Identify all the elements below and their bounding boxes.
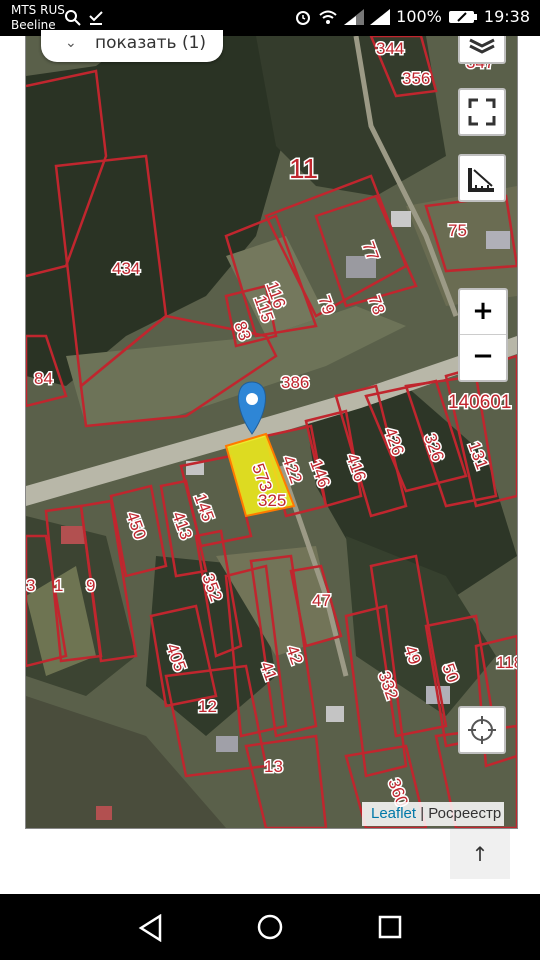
battery-icon [448,10,477,23]
signal-icon-1 [344,8,365,25]
clock: 19:38 [483,7,530,26]
parcel-number-386[interactable]: 386 [280,372,311,394]
fullscreen-icon [468,98,496,126]
attribution-separator: | [420,805,425,822]
parcel-number-356[interactable]: 356 [401,68,432,90]
show-filter-label: показать (1) [95,33,207,53]
block-label: 140601 [447,391,513,415]
parcel-number-434[interactable]: 434 [111,258,142,280]
attribution-source: Росреестр [428,805,502,822]
alarm-icon [296,10,311,25]
home-icon[interactable] [257,914,283,940]
area-label: 11 [288,152,320,186]
parcel-number-1[interactable]: 1 [53,575,65,597]
svg-text:140601: 140601 [448,392,511,413]
zoom-control: + − [458,288,508,382]
parcel-number-12[interactable]: 12 [197,696,219,718]
satellite-layer[interactable]: 3443563477577787911611583434843864263261… [26,36,517,828]
parcel-number-9[interactable]: 9 [85,575,97,597]
map-attribution: Leaflet | Росреестр [362,802,505,826]
status-right: 100% 19:38 [294,7,530,26]
back-icon[interactable] [138,914,164,942]
parcel-number-325[interactable]: 325 [257,490,288,512]
parcel-number-344[interactable]: 344 [375,38,406,60]
svg-text:11: 11 [289,153,318,184]
system-nav-bar [0,894,540,960]
parcel-number-13[interactable]: 13 [263,756,285,778]
layers-icon [469,38,495,54]
layers-button[interactable] [458,36,506,64]
locate-button[interactable] [458,706,506,754]
carrier-info: MTS RUS Beeline [11,3,65,33]
wifi-icon [319,10,337,24]
leaflet-link[interactable]: Leaflet [371,805,416,822]
recents-icon[interactable] [378,915,402,939]
cadastral-map[interactable]: 3443563477577787911611583434843864263261… [25,36,518,829]
parcel-number-84[interactable]: 84 [33,368,55,390]
parcel-number-3[interactable]: 3 [26,575,37,597]
signal-icon-2 [370,8,391,25]
chevron-down-icon: ⌄ [65,35,77,51]
fullscreen-button[interactable] [458,88,506,136]
crosshair-icon [468,716,496,744]
show-filter-pill[interactable]: ⌄ показать (1) [41,30,223,62]
ruler-icon [468,168,494,192]
zoom-out-button[interactable]: − [460,335,506,379]
zoom-in-button[interactable]: + [460,290,506,335]
parcel-number-47[interactable]: 47 [311,590,333,612]
download-done-icon [89,11,103,25]
scroll-top-button[interactable]: ↑ [450,829,510,879]
battery-percent: 100% [396,7,442,26]
parcel-number-75[interactable]: 75 [447,220,469,242]
carrier-1: MTS RUS [11,3,65,17]
measure-button[interactable] [458,154,506,202]
parcel-number-118[interactable]: 118 [495,652,518,674]
search-icon [65,10,81,26]
